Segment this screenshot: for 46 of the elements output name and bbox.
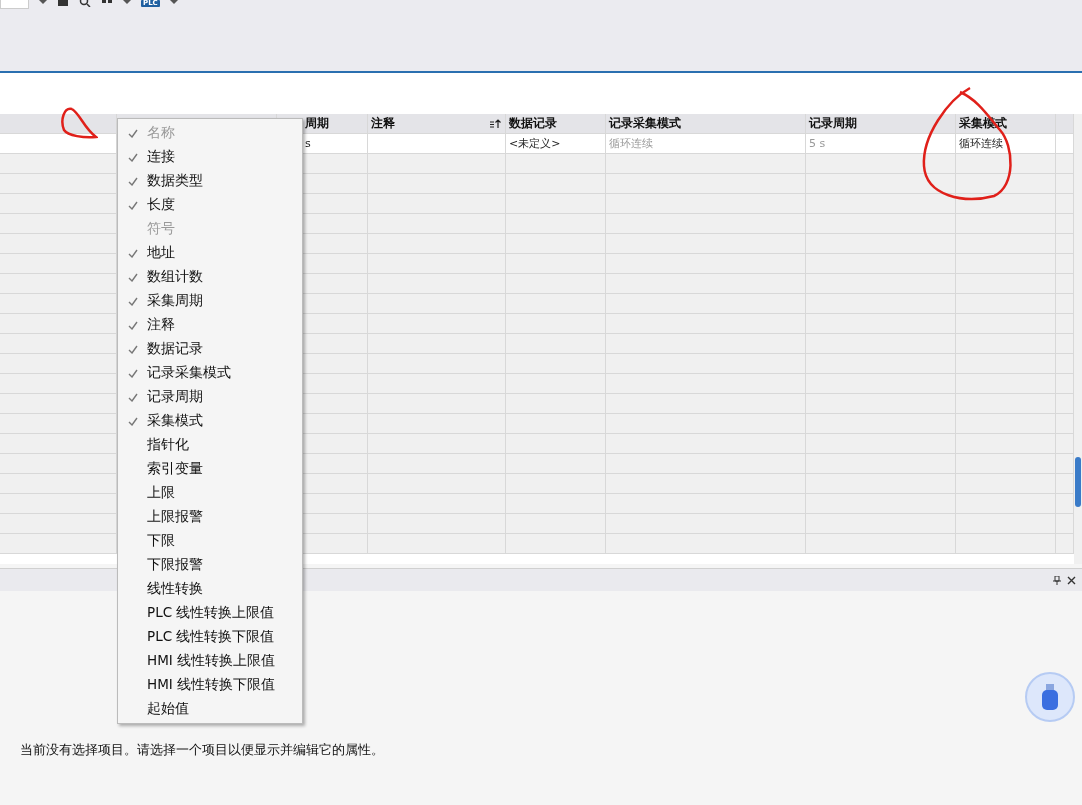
column-header[interactable]: 记录采集模式 [606,114,806,133]
menu-item[interactable]: 指针化 [118,433,302,457]
menu-item[interactable]: 数组计数 [118,265,302,289]
menu-item[interactable]: 上限报警 [118,505,302,529]
caret-icon[interactable] [39,0,47,6]
usb-stick-icon [1042,684,1058,710]
menu-item[interactable]: 记录周期 [118,385,302,409]
menu-item[interactable]: 数据记录 [118,337,302,361]
caret-icon[interactable] [123,0,131,6]
menu-item[interactable]: 采集周期 [118,289,302,313]
close-icon[interactable] [1067,575,1076,585]
hand-drawn-loop [58,106,98,140]
document-icon[interactable] [57,0,69,7]
menu-item[interactable]: HMI 线性转换下限值 [118,673,302,697]
menu-item[interactable]: 长度 [118,193,302,217]
column-header[interactable]: 注释 [368,114,506,133]
search-icon[interactable] [79,0,91,7]
menu-item[interactable]: 地址 [118,241,302,265]
sort-icon[interactable] [490,118,502,129]
menu-item[interactable]: PLC 线性转换上限值 [118,601,302,625]
column-header[interactable]: 记录周期 [806,114,956,133]
menu-item[interactable]: 注释 [118,313,302,337]
menu-item[interactable]: 数据类型 [118,169,302,193]
menu-item[interactable]: 下限报警 [118,553,302,577]
properties-message: 当前没有选择项目。请选择一个项目以便显示并编辑它的属性。 [20,742,384,757]
caret-icon[interactable] [169,0,178,6]
menu-item[interactable]: 线性转换 [118,577,302,601]
menu-item[interactable]: 索引变量 [118,457,302,481]
table-cell: s [305,137,311,150]
menu-item[interactable]: 记录采集模式 [118,361,302,385]
menu-item[interactable]: 下限 [118,529,302,553]
table-cell: 5 s [809,137,826,150]
menu-item[interactable]: 上限 [118,481,302,505]
table-cell: 循环连续 [609,136,653,151]
column-header[interactable]: 数据记录 [506,114,606,133]
menu-item[interactable]: PLC 线性转换下限值 [118,625,302,649]
scrollbar[interactable] [1074,114,1082,564]
menu-item[interactable]: 采集模式 [118,409,302,433]
table-cell: 循环连续 [959,136,1003,151]
scrollbar-thumb[interactable] [1075,457,1081,507]
menu-item[interactable]: 连接 [118,145,302,169]
pin-icon[interactable] [1053,575,1061,585]
toolbar-field[interactable] [0,0,29,9]
menu-item[interactable]: HMI 线性转换上限值 [118,649,302,673]
menu-item[interactable]: 起始值 [118,697,302,721]
table-cell: <未定义> [509,136,561,151]
